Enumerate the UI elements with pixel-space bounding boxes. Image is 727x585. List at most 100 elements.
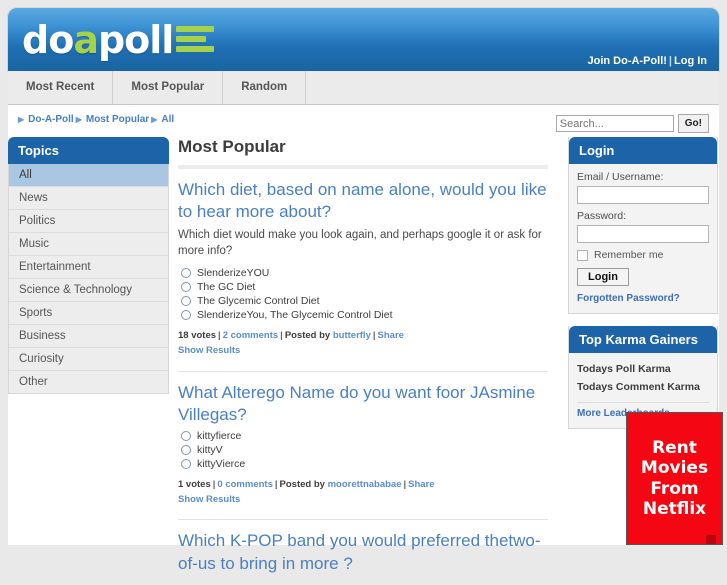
sidebar-label-politics[interactable]: Politics [9,210,168,232]
karma-divider [577,402,709,403]
radio-icon[interactable] [181,431,191,441]
sidebar-item-music[interactable]: Music [9,233,168,256]
breadcrumb-item-most-popular[interactable]: Most Popular [86,114,149,125]
breadcrumb-item-all[interactable]: All [161,114,174,125]
radio-icon[interactable] [181,445,191,455]
sidebar-item-other[interactable]: Other [9,371,168,393]
poll-option[interactable]: SlenderizeYou, The Glycemic Control Diet [178,309,548,321]
poll-option-label: The Glycemic Control Diet [197,295,320,308]
sidebar-item-sports[interactable]: Sports [9,302,168,325]
sidebar-label-all[interactable]: All [9,164,168,186]
poll-option[interactable]: kittyfierce [178,430,548,442]
login-box-title: Login [569,137,717,164]
remember-me-row[interactable]: Remember me [577,249,709,261]
poll-option[interactable]: kittyV [178,444,548,456]
poll-title[interactable]: Which K-POP band you would preferred the… [178,530,548,574]
nav-link-most-popular[interactable]: Most Popular [113,71,222,104]
nav-item-most-recent[interactable]: Most Recent [8,71,114,104]
logo-part-a: a [73,18,99,62]
poll-title[interactable]: What Alterego Name do you want foor JAsm… [178,382,548,426]
meta-separator: | [280,330,283,342]
sidebar-label-music[interactable]: Music [9,233,168,255]
password-field-label: Password: [577,210,627,222]
sidebar-label-business[interactable]: Business [9,325,168,347]
sidebar-item-curiosity[interactable]: Curiosity [9,348,168,371]
poll-title-link[interactable]: What Alterego Name do you want foor JAsm… [178,383,535,424]
sidebar-item-business[interactable]: Business [9,325,168,348]
right-sidebar: Login Email / Username: Password: Rememb… [568,137,723,545]
sidebar-item-news[interactable]: News [9,187,168,210]
site-header: doapoll Join Do-A-Poll! | Log In [8,8,719,71]
sidebar-label-news[interactable]: News [9,187,168,209]
nav-link-random[interactable]: Random [223,71,305,104]
radio-icon[interactable] [181,282,191,293]
nav-link-most-recent[interactable]: Most Recent [8,71,112,104]
breadcrumb: ▶ Do-A-Poll ▶ Most Popular ▶ All [16,114,174,125]
poll-option[interactable]: kittyVierce [178,458,548,470]
search-input[interactable] [555,115,674,132]
poll-meta: 18 votes | 2 comments | Posted by butterfly |… [178,329,548,358]
login-submit-button[interactable]: Login [577,268,629,286]
login-form: Email / Username: Password: Remember me … [569,164,717,313]
nav-item-random[interactable]: Random [223,71,307,104]
remember-me-checkbox[interactable] [577,249,588,261]
nav-list: Most Recent Most Popular Random [8,71,719,104]
search-go-button[interactable]: Go! [677,114,709,133]
poll-option[interactable]: The Glycemic Control Diet [178,295,548,307]
poll-vote-count: 18 votes [178,330,217,342]
poll-option-label: The GC Diet [197,281,256,294]
breadcrumb-item-do-a-poll[interactable]: Do-A-Poll [28,114,74,125]
login-link[interactable]: Log In [674,55,707,67]
radio-icon[interactable] [181,310,191,321]
posted-by-label: Posted by [279,479,325,490]
poll-item: What Alterego Name do you want foor JAsm… [178,370,548,514]
sidebar-label-curiosity[interactable]: Curiosity [9,348,168,370]
poll-option[interactable]: SlenderizeYOU [178,267,548,279]
logo-part-poll: poll [97,18,174,62]
poll-item: Which diet, based on name alone, would y… [178,179,548,365]
netflix-ad-banner[interactable]: Rent Movies From Netflix [626,412,723,545]
sidebar-item-politics[interactable]: Politics [9,210,168,233]
poll-title[interactable]: Which diet, based on name alone, would y… [178,179,548,223]
join-link[interactable]: Join Do-A-Poll! [587,55,666,67]
sidebar-item-science-technology[interactable]: Science & Technology [9,279,168,302]
posted-by-label: Posted by [284,330,331,342]
radio-icon[interactable] [181,296,191,307]
poll-title-link[interactable]: Which diet, based on name alone, would y… [178,180,547,221]
poll-author-link[interactable]: butterfly [333,330,371,341]
radio-icon[interactable] [181,268,191,279]
sidebar-label-entertainment[interactable]: Entertainment [9,256,168,278]
meta-separator: | [212,479,216,490]
poll-share-link[interactable]: Share [408,479,434,490]
poll-share-link[interactable]: Share [378,330,404,341]
site-logo[interactable]: doapoll [22,16,215,64]
sidebar-label-other[interactable]: Other [9,371,168,393]
password-field[interactable] [577,225,709,243]
poll-comments-link[interactable]: 2 comments [223,330,278,341]
karma-item-poll: Todays Poll Karma [577,363,671,375]
sidebar-item-all[interactable]: All [9,164,168,187]
poll-comments-link[interactable]: 0 comments [217,479,272,490]
poll-item: Which K-POP band you would preferred the… [178,519,548,584]
poll-author-link[interactable]: moorettnababae [328,479,402,490]
forgotten-password-link[interactable]: Forgotten Password? [577,293,709,304]
sidebar-label-sports[interactable]: Sports [9,302,168,324]
show-results-link[interactable]: Show Results [178,345,240,356]
ad-line-1: Rent [652,438,697,459]
poll-meta: 1 votes | 0 comments | Posted by moorettnaba… [178,478,548,507]
sidebar-item-entertainment[interactable]: Entertainment [9,256,168,279]
email-field[interactable] [577,186,709,204]
breadcrumb-arrow-icon: ▶ [75,115,82,124]
radio-icon[interactable] [181,459,191,469]
ad-line-4: Netflix [642,498,707,519]
header-link-separator: | [668,55,672,67]
topics-title: Topics [8,137,169,164]
ad-line-2: Movies [640,458,709,479]
poll-option[interactable]: The GC Diet [178,281,548,293]
show-results-link[interactable]: Show Results [178,494,240,505]
poll-title-link[interactable]: Which K-POP band you would preferred the… [178,531,541,572]
sidebar-label-science-technology[interactable]: Science & Technology [9,279,168,301]
poll-option-label: kittyVierce [197,458,246,470]
poll-options: kittyfierce kittyV kittyVierce [178,430,548,470]
nav-item-most-popular[interactable]: Most Popular [113,71,224,104]
